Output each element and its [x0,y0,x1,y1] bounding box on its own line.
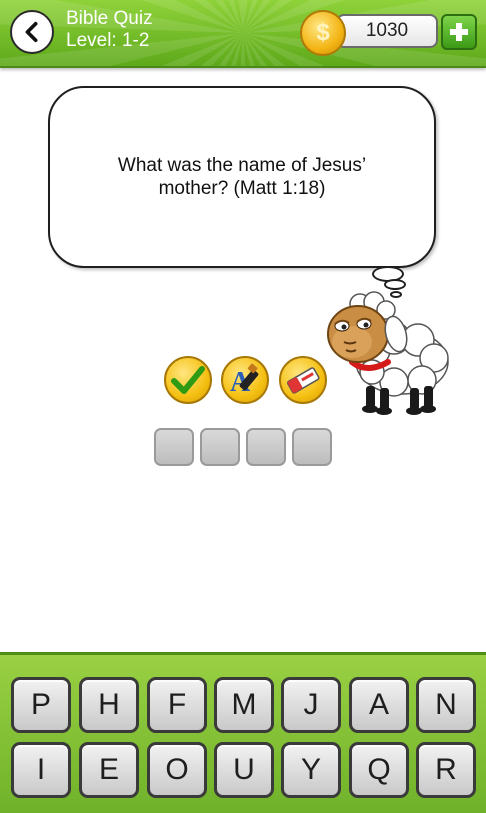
letter-key[interactable]: O [147,742,207,798]
sheep-mascot [327,291,449,415]
remove-letters-button[interactable] [279,356,327,404]
letter-key[interactable]: J [281,677,341,733]
letter-key[interactable]: Y [281,742,341,798]
coin-count: 1030 [336,14,438,48]
level-label: Level: 1-2 [66,30,150,51]
letter-key[interactable]: R [416,742,476,798]
reveal-answer-button[interactable] [164,356,212,404]
back-button[interactable] [10,10,54,54]
answer-slot[interactable] [246,428,286,466]
letter-key[interactable]: F [147,677,207,733]
letter-key[interactable]: I [11,742,71,798]
coin-icon: $ [300,10,346,56]
letter-key[interactable]: N [416,677,476,733]
game-title: Bible Quiz [66,8,153,29]
answer-slot[interactable] [292,428,332,466]
letter-key[interactable]: H [79,677,139,733]
top-bar: Bible Quiz Level: 1-2 1030 $ [0,0,486,68]
thought-dot [384,279,406,290]
letter-pen-icon: A [230,363,259,397]
title-block: Bible Quiz Level: 1-2 [66,8,153,52]
plus-icon [450,23,468,41]
reveal-letter-button[interactable]: A [221,356,269,404]
add-coins-button[interactable] [441,14,477,50]
letter-key[interactable]: M [214,677,274,733]
letter-key[interactable]: A [349,677,409,733]
letter-key[interactable]: U [214,742,274,798]
chevron-left-icon [25,21,38,43]
checkmark-icon [171,366,205,394]
question-text: What was the name of Jesus’ mother? (Mat… [117,155,367,199]
question-bubble: What was the name of Jesus’ mother? (Mat… [48,86,436,268]
eraser-icon [286,367,320,394]
letter-key[interactable]: E [79,742,139,798]
letter-keyboard: P H F M J A N I E O U Y Q R [0,652,486,813]
answer-slot[interactable] [154,428,194,466]
answer-slot[interactable] [200,428,240,466]
letter-key[interactable]: Q [349,742,409,798]
letter-key[interactable]: P [11,677,71,733]
